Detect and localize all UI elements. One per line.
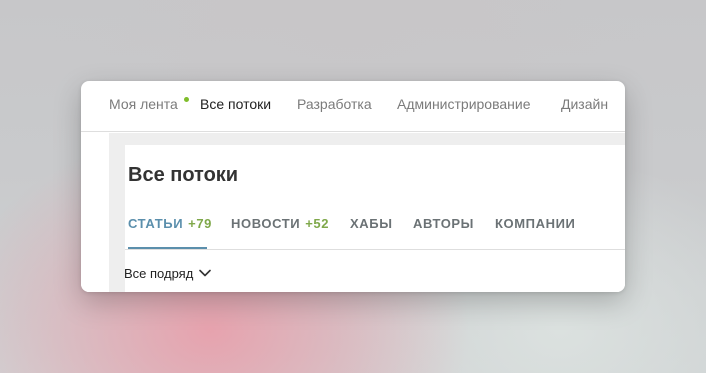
nav-item-design[interactable]: Дизайн bbox=[561, 96, 608, 112]
active-tab-underline bbox=[128, 247, 207, 249]
app-window: Моя лента Все потоки Разработка Админист… bbox=[81, 81, 625, 292]
sort-filter-dropdown[interactable]: Все подряд bbox=[124, 266, 212, 281]
nav-item-development[interactable]: Разработка bbox=[297, 96, 372, 112]
flows-navigation: Моя лента Все потоки Разработка Админист… bbox=[81, 81, 625, 132]
main-content: Все потоки СТАТЬИ +79 НОВОСТИ +52 ХАБЫ АВТ… bbox=[81, 133, 625, 292]
tab-news[interactable]: НОВОСТИ +52 bbox=[231, 216, 329, 248]
nav-item-all-flows[interactable]: Все потоки bbox=[200, 96, 271, 112]
nav-item-my-feed[interactable]: Моя лента bbox=[109, 96, 178, 112]
nav-item-administration[interactable]: Администрирование bbox=[397, 96, 531, 112]
tab-articles[interactable]: СТАТЬИ +79 bbox=[128, 216, 213, 249]
new-content-indicator-dot bbox=[184, 97, 189, 102]
tab-companies[interactable]: КОМПАНИИ bbox=[495, 216, 575, 248]
tab-hubs[interactable]: ХАБЫ bbox=[350, 216, 393, 248]
tab-count: +52 bbox=[305, 216, 330, 231]
tab-label: АВТОРЫ bbox=[413, 216, 475, 231]
page-background-margin bbox=[109, 133, 125, 292]
tab-count: +79 bbox=[188, 216, 213, 231]
tab-label: НОВОСТИ bbox=[231, 216, 301, 231]
tab-label: КОМПАНИИ bbox=[495, 216, 576, 231]
tab-label: ХАБЫ bbox=[350, 216, 393, 231]
page-title: Все потоки bbox=[128, 164, 239, 186]
chevron-down-icon bbox=[199, 269, 212, 277]
tab-authors[interactable]: АВТОРЫ bbox=[413, 216, 474, 248]
filter-label: Все подряд bbox=[124, 266, 194, 281]
tab-label: СТАТЬИ bbox=[128, 216, 184, 231]
content-tabs: СТАТЬИ +79 НОВОСТИ +52 ХАБЫ АВТОРЫ КОМПАНИ… bbox=[125, 216, 625, 250]
page-background-strip bbox=[109, 133, 625, 145]
